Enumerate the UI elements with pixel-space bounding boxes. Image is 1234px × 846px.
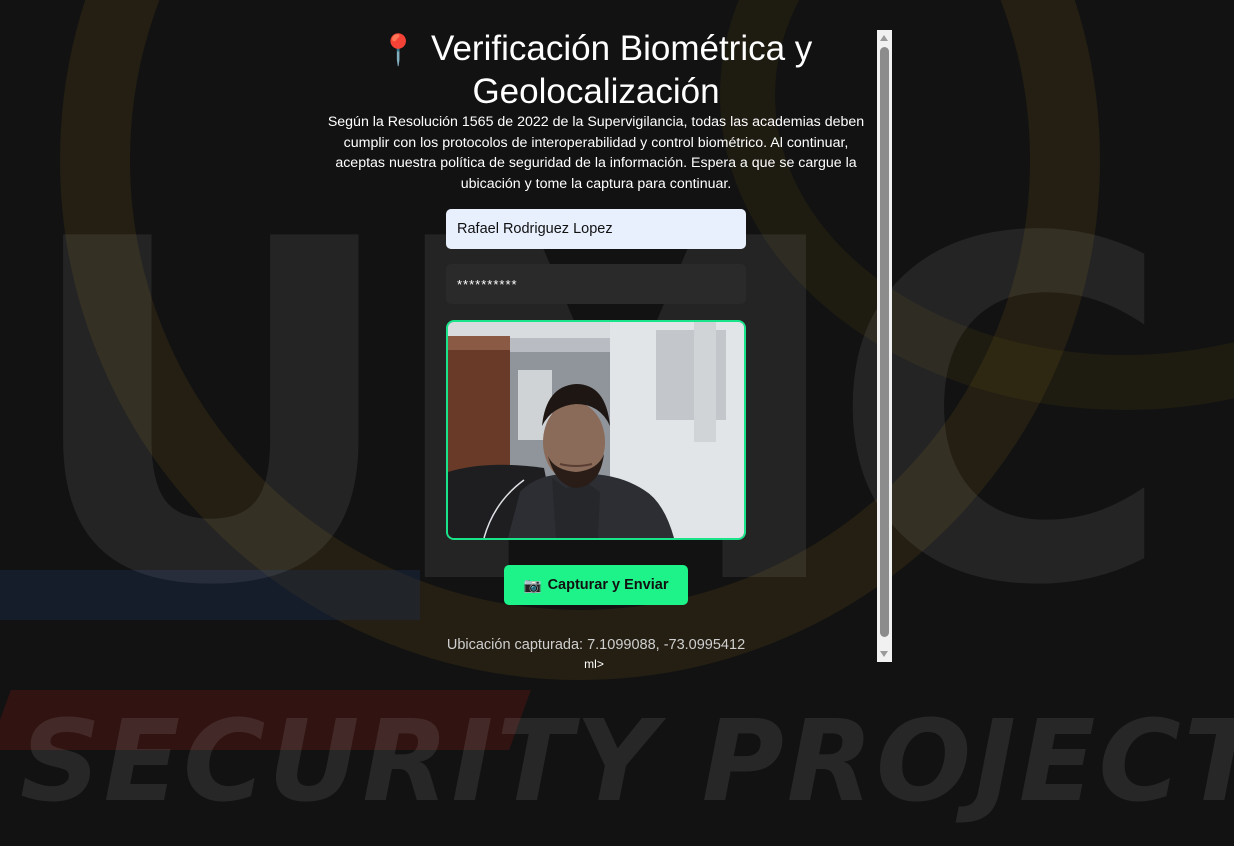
capture-and-send-button[interactable]: 📷 Capturar y Enviar xyxy=(503,565,689,605)
camera-icon: 📷 xyxy=(523,577,542,594)
camera-feed-image xyxy=(448,322,744,538)
location-status: Ubicación capturada: 7.1099088, -73.0995… xyxy=(446,637,746,653)
legal-description: Según la Resolución 1565 de 2022 de la S… xyxy=(327,114,865,192)
scroll-down-arrow-icon[interactable] xyxy=(880,651,888,657)
page-title-text: Verificación Biométrica y Geolocalizació… xyxy=(431,29,813,111)
round-pushpin-icon: 📍 xyxy=(379,34,418,67)
panel-scrollbar[interactable] xyxy=(877,30,892,662)
background-tagline: SECURITY PROJECTS xyxy=(20,697,1234,827)
page-title: 📍 Verificación Biométrica y Geolocalizaci… xyxy=(318,28,874,112)
stray-markup-text: ml> xyxy=(584,657,604,671)
scrollbar-thumb[interactable] xyxy=(880,47,889,637)
name-field[interactable] xyxy=(446,209,746,249)
password-field[interactable] xyxy=(446,264,746,304)
verification-panel: 📍 Verificación Biométrica y Geolocalizaci… xyxy=(318,28,874,671)
scroll-up-arrow-icon[interactable] xyxy=(880,35,888,41)
capture-button-label: Capturar y Enviar xyxy=(547,577,669,593)
camera-preview xyxy=(446,320,746,540)
